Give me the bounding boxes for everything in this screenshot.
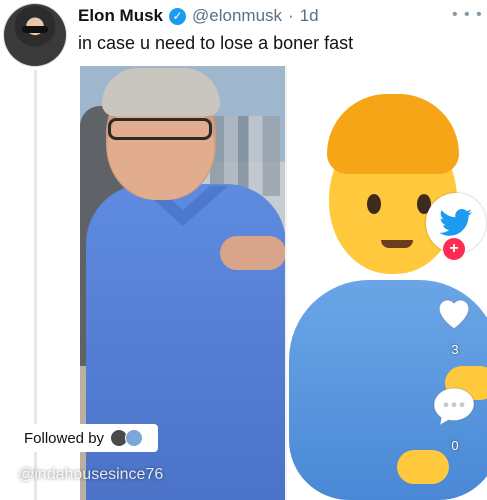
heart-icon[interactable] — [432, 290, 476, 334]
follower-avatar-2 — [125, 429, 144, 447]
eyeglasses — [108, 118, 212, 140]
arm — [220, 236, 286, 270]
user-handle[interactable]: @elonmusk — [192, 6, 282, 26]
tweet-age[interactable]: 1d — [300, 6, 319, 26]
emoji-mouth — [381, 240, 413, 248]
comment-count: 0 — [451, 438, 459, 453]
blue-polo-shirt — [86, 184, 286, 500]
followed-by-label: Followed by — [24, 429, 105, 447]
ellipsis-icon[interactable]: • • • — [452, 6, 483, 24]
pregnant-man-emoji — [285, 66, 487, 500]
watermark: @indahousesince76 — [18, 466, 164, 483]
plus-icon[interactable]: + — [443, 238, 465, 260]
emoji-hand-lower — [397, 450, 449, 484]
like-count: 3 — [451, 342, 459, 357]
separator-dot: · — [288, 6, 294, 25]
emoji-left-eye — [367, 194, 381, 214]
followed-by-badge[interactable]: Followed by — [18, 424, 158, 452]
display-name[interactable]: Elon Musk — [78, 6, 163, 26]
tweet-card: Elon Musk ✓ @elonmusk · 1d • • • in case… — [0, 0, 487, 500]
emoji-hair — [327, 94, 459, 174]
sunglasses-graphic — [22, 26, 48, 33]
tweet-header: Elon Musk ✓ @elonmusk · 1d — [78, 6, 319, 26]
profile-avatar[interactable] — [4, 4, 66, 66]
verified-badge-icon: ✓ — [169, 7, 187, 25]
tweet-text: in case u need to lose a boner fast — [78, 33, 354, 53]
twitter-bird-icon — [439, 209, 472, 236]
comment-icon[interactable] — [430, 384, 478, 428]
gray-hair — [102, 68, 220, 116]
